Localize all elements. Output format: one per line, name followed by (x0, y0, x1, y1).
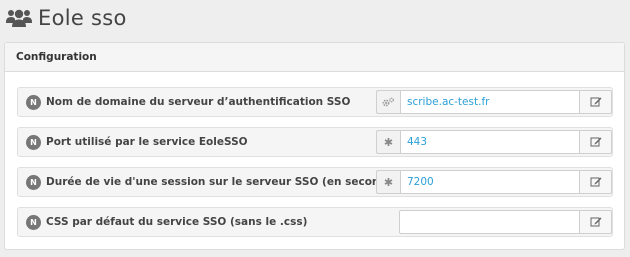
asterisk-icon: ✱ (376, 130, 400, 154)
sso-port-input[interactable]: 443 (400, 130, 580, 154)
mode-badge: N (26, 214, 41, 230)
asterisk-icon: ✱ (376, 170, 400, 194)
edit-icon (590, 177, 601, 187)
configuration-panel: Configuration N Nom de domaine du serveu… (4, 42, 625, 250)
page-header: Eole sso (6, 4, 127, 32)
field-label: Durée de vie d'une session sur le serveu… (46, 176, 406, 188)
field-label: Nom de domaine du serveur d’authentifica… (46, 96, 351, 108)
edit-icon (590, 137, 601, 147)
page-title: Eole sso (38, 6, 127, 30)
mode-badge: N (26, 174, 41, 190)
field-label: Port utilisé par le service EoleSSO (46, 136, 248, 148)
mode-badge: N (26, 134, 41, 150)
edit-icon (590, 97, 601, 107)
sso-port-field: ✱ 443 (376, 130, 612, 154)
edit-button[interactable] (580, 90, 612, 114)
default-css-field (399, 210, 612, 234)
session-lifetime-field: ✱ 7200 (376, 170, 612, 194)
row-label: N Durée de vie d'une session sur le serv… (26, 168, 405, 196)
edit-button[interactable] (580, 130, 612, 154)
row-label: N Port utilisé par le service EoleSSO (26, 128, 248, 156)
row-label: N CSS par défaut du service SSO (sans le… (26, 208, 307, 236)
config-row-default-css: N CSS par défaut du service SSO (sans le… (17, 207, 613, 237)
edit-button[interactable] (580, 210, 612, 234)
session-lifetime-input[interactable]: 7200 (400, 170, 580, 194)
config-row-session-lifetime: N Durée de vie d'une session sur le serv… (17, 167, 613, 197)
config-row-sso-port: N Port utilisé par le service EoleSSO ✱ … (17, 127, 613, 157)
default-css-input[interactable] (399, 210, 580, 234)
cogs-icon (376, 90, 400, 114)
sso-domain-input[interactable]: scribe.ac-test.fr (400, 90, 580, 114)
mode-badge: N (26, 94, 41, 110)
edit-button[interactable] (580, 170, 612, 194)
field-label: CSS par défaut du service SSO (sans le .… (46, 216, 308, 228)
edit-icon (590, 217, 601, 227)
row-label: N Nom de domaine du serveur d’authentifi… (26, 88, 350, 116)
config-rows: N Nom de domaine du serveur d’authentifi… (17, 87, 613, 247)
users-icon (6, 9, 32, 27)
config-row-sso-domain: N Nom de domaine du serveur d’authentifi… (17, 87, 613, 117)
panel-heading: Configuration (5, 43, 624, 72)
sso-domain-field: scribe.ac-test.fr (376, 90, 612, 114)
